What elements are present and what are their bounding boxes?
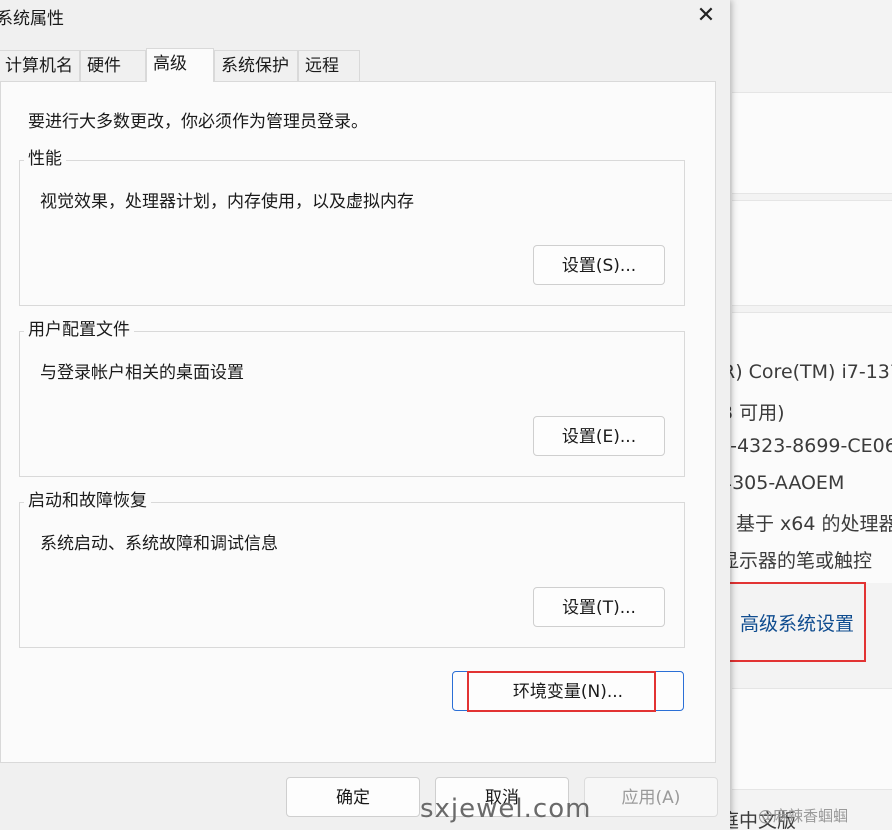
- group-description: 系统启动、系统故障和调试信息: [40, 534, 278, 554]
- spec-ram: B 可用): [730, 402, 785, 424]
- spec-product-id: 4305-AAOEM: [730, 472, 845, 494]
- settings-card: [732, 688, 892, 790]
- user-profiles-group: 用户配置文件 与登录帐户相关的桌面设置 设置(E)...: [19, 319, 685, 477]
- spec-processor: R) Core(TM) i7-137: [730, 361, 892, 383]
- apply-button[interactable]: 应用(A): [584, 777, 718, 817]
- user-profiles-settings-button[interactable]: 设置(E)...: [533, 416, 665, 456]
- startup-recovery-group: 启动和故障恢复 系统启动、系统故障和调试信息 设置(T)...: [19, 490, 685, 648]
- group-label: 启动和故障恢复: [24, 490, 151, 512]
- group-label: 性能: [24, 148, 66, 170]
- performance-settings-button[interactable]: 设置(S)...: [533, 245, 665, 285]
- environment-variables-button[interactable]: 环境变量(N)...: [452, 671, 684, 711]
- group-description: 视觉效果，处理器计划，内存使用，以及虚拟内存: [40, 192, 414, 212]
- settings-card: [732, 200, 892, 306]
- watermark: sxjewel.com: [420, 794, 592, 824]
- dialog-title: 系统属性: [0, 9, 64, 29]
- spec-system-type: 基于 x64 的处理器: [736, 513, 892, 535]
- tab-system-protection[interactable]: 系统保护: [214, 50, 298, 81]
- advanced-system-settings-link[interactable]: 高级系统设置: [730, 582, 866, 662]
- tab-advanced[interactable]: 高级: [146, 48, 214, 82]
- tab-computer-name[interactable]: 计算机名: [0, 50, 80, 81]
- title-bar: 系统属性 ✕: [0, 0, 730, 36]
- group-description: 与登录帐户相关的桌面设置: [40, 363, 244, 383]
- ok-button[interactable]: 确定: [286, 777, 420, 817]
- tab-hardware[interactable]: 硬件: [80, 50, 146, 81]
- group-label: 用户配置文件: [24, 319, 134, 341]
- tab-remote[interactable]: 远程: [298, 50, 360, 81]
- performance-group: 性能 视觉效果，处理器计划，内存使用，以及虚拟内存 设置(S)...: [19, 148, 685, 306]
- close-icon[interactable]: ✕: [690, 2, 722, 30]
- admin-note: 要进行大多数更改，你必须作为管理员登录。: [28, 112, 368, 132]
- spec-device-id: 0-4323-8699-CE06: [730, 435, 892, 457]
- system-properties-dialog: 系统属性 ✕ 计算机名 硬件 高级 系统保护 远程 要进行大多数更改，你必须作为…: [0, 0, 730, 830]
- background-settings-window: R) Core(TM) i7-137 B 可用) 0-4323-8699-CE0…: [730, 0, 892, 830]
- spec-pen-touch: 显示器的笔或触控: [730, 550, 873, 572]
- watermark-author: @麻辣香蝈蝈: [758, 807, 849, 825]
- startup-recovery-settings-button[interactable]: 设置(T)...: [533, 587, 665, 627]
- settings-card: [732, 92, 892, 194]
